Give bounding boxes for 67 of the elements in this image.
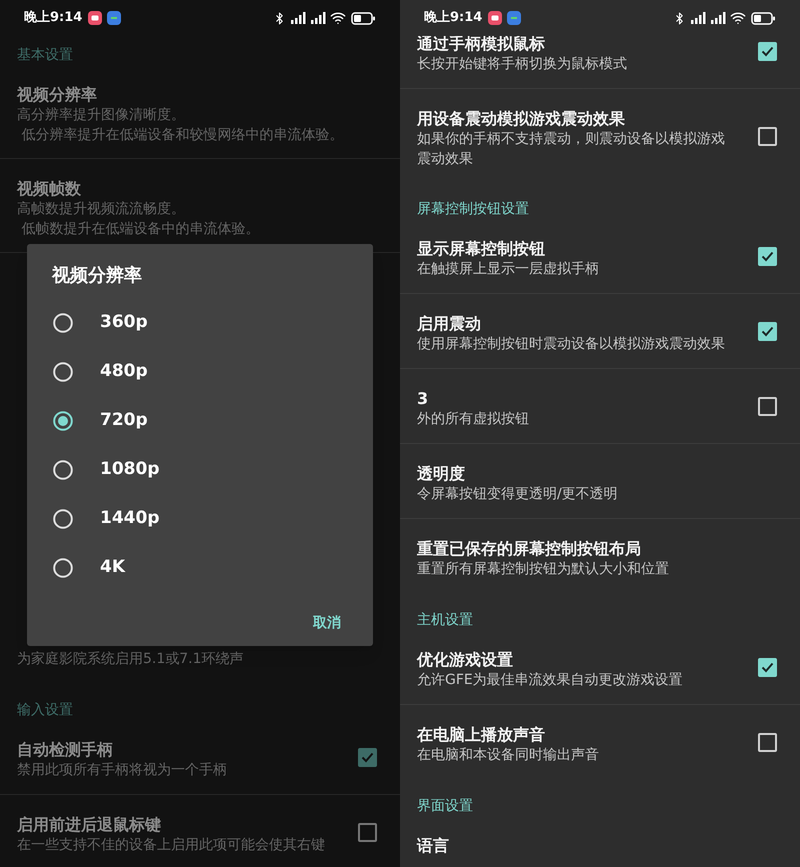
battery-icon — [351, 12, 376, 24]
wifi-icon — [730, 10, 746, 26]
status-time: 晚上9:14 — [24, 9, 82, 28]
signal-icon — [290, 12, 306, 24]
radio-option[interactable]: 1440p — [27, 494, 373, 543]
setting-summary: 在电脑和本设备同时输出声音 — [417, 746, 600, 765]
check-icon — [761, 46, 774, 56]
setting-title[interactable]: 视频分辨率 — [17, 85, 377, 105]
setting-title[interactable]: 启用震动 — [417, 314, 758, 334]
setting-title[interactable]: 显示屏幕控制按钮 — [417, 239, 758, 259]
setting-summary: 低帧数提升在低端设备中的串流体验。 — [20, 220, 260, 239]
app-icon — [488, 11, 502, 25]
signal-icon — [690, 12, 706, 24]
signal-icon — [710, 12, 726, 24]
setting-summary: 允许GFE为最佳串流效果自动更改游戏设置 — [417, 671, 684, 690]
section-header: 输入设置 — [17, 701, 74, 720]
setting-summary: 高帧数提升视频流流畅度。 — [17, 200, 186, 219]
check-icon — [761, 326, 774, 336]
check-icon — [761, 250, 774, 262]
setting-title[interactable]: 视频帧数 — [17, 179, 377, 199]
setting-summary: 长按开始键将手柄切换为鼠标模式 — [417, 55, 628, 74]
setting-title[interactable]: 语言 — [417, 836, 777, 856]
setting-summary: 禁用此项所有手柄将视为一个手柄 — [17, 761, 228, 780]
app-icon — [88, 11, 102, 25]
setting-title[interactable]: 在电脑上播放声音 — [417, 725, 758, 745]
radio-option[interactable]: 480p — [27, 347, 373, 396]
battery-icon — [751, 12, 776, 24]
check-icon — [361, 752, 374, 762]
app-icon — [507, 11, 522, 25]
radio-option[interactable]: 1080p — [27, 445, 373, 494]
signal-icon — [310, 12, 326, 24]
setting-summary: 重置所有屏幕控制按钮为默认大小和位置 — [417, 560, 670, 579]
setting-summary: 震动效果 — [417, 150, 474, 169]
radio-option[interactable]: 720p — [27, 396, 373, 445]
radio-option[interactable]: 4K — [27, 543, 373, 592]
section-header: 主机设置 — [417, 611, 474, 630]
wifi-icon — [330, 10, 346, 26]
setting-summary: 为家庭影院系统启用5.1或7.1环绕声 — [17, 650, 245, 669]
setting-title[interactable]: 自动检测手柄 — [17, 740, 358, 760]
setting-title[interactable]: 重置已保存的屏幕控制按钮布局 — [417, 539, 777, 559]
check-icon — [761, 662, 774, 672]
checkbox[interactable] — [358, 823, 377, 842]
setting-summary: 如果你的手柄不支持震动，则震动设备以模拟游戏 — [417, 130, 726, 149]
setting-summary: 在一些支持不佳的设备上启用此项可能会使其右键 — [17, 836, 326, 855]
setting-title[interactable]: 通过手柄模拟鼠标 — [417, 34, 758, 54]
setting-title[interactable]: 优化游戏设置 — [417, 650, 758, 670]
section-header: 界面设置 — [417, 797, 474, 816]
setting-summary: 低分辨率提升在低端设备和较慢网络中的串流体验。 — [20, 126, 344, 145]
setting-summary: 令屏幕按钮变得更透明/更不透明 — [417, 485, 619, 504]
section-header: 基本设置 — [17, 46, 74, 65]
setting-summary: 在触摸屏上显示一层虚拟手柄 — [417, 260, 600, 279]
setting-title[interactable]: 3 — [417, 389, 758, 409]
setting-title[interactable]: 启用前进后退鼠标键 — [17, 815, 358, 835]
setting-title[interactable]: 用设备震动模拟游戏震动效果 — [417, 109, 758, 129]
bluetooth-icon — [673, 12, 686, 24]
app-icon — [107, 11, 122, 25]
checkbox[interactable] — [358, 748, 377, 766]
setting-summary: 使用屏幕控制按钮时震动设备以模拟游戏震动效果 — [417, 335, 726, 354]
setting-title[interactable]: 透明度 — [417, 464, 777, 484]
status-time: 晚上9:14 — [424, 9, 482, 28]
section-header: 屏幕控制按钮设置 — [417, 200, 530, 219]
bluetooth-icon — [273, 12, 286, 24]
setting-summary: 外的所有虚拟按钮 — [417, 410, 530, 429]
setting-summary: 高分辨率提升图像清晰度。 — [17, 106, 186, 125]
dialog-title: 视频分辨率 — [50, 264, 143, 287]
cancel-button[interactable]: 取消 — [305, 605, 349, 641]
radio-option[interactable]: 360p — [27, 298, 373, 347]
